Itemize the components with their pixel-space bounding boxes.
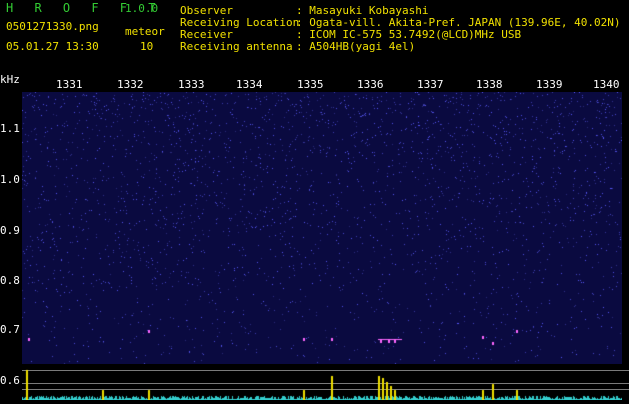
time-tick-label: 1340 [593,78,620,91]
time-tick-label: 1339 [536,78,563,91]
freq-tick-label: 1.0 [0,173,20,186]
detection-strip [22,364,622,400]
spectrogram [22,92,622,364]
time-tick-label: 1331 [56,78,83,91]
time-tick-label: 1335 [297,78,324,91]
time-tick-label: 1336 [357,78,384,91]
filename: 0501271330.png [6,20,99,33]
detection-strip-canvas [22,364,622,400]
freq-tick-label: 0.7 [0,323,20,336]
app-version: 1.0.0 [125,2,159,15]
time-tick-label: 1334 [236,78,263,91]
meteor-label: meteor [125,25,165,38]
time-tick-label: 1333 [178,78,205,91]
time-tick-label: 1337 [417,78,444,91]
time-axis: 1331 1332 1333 1334 1335 1336 1337 1338 … [0,78,629,92]
time-tick-label: 1338 [476,78,503,91]
time-tick-label: 1332 [117,78,144,91]
antenna-value: : A504HB(yagi 4el) [296,40,416,53]
freq-tick-label: 0.9 [0,224,20,237]
frequency-axis: kHz 1.1 1.0 0.9 0.8 0.7 0.6 [0,73,22,400]
meteor-count: 10 [140,40,154,53]
freq-tick-label: 0.6 [0,374,20,387]
freq-tick-label: 0.8 [0,274,20,287]
antenna-label: Receiving antenna [180,40,293,53]
freq-tick-label: 1.1 [0,122,20,135]
spectrogram-canvas [22,92,622,364]
datetime: 05.01.27 13:30 [6,40,99,53]
